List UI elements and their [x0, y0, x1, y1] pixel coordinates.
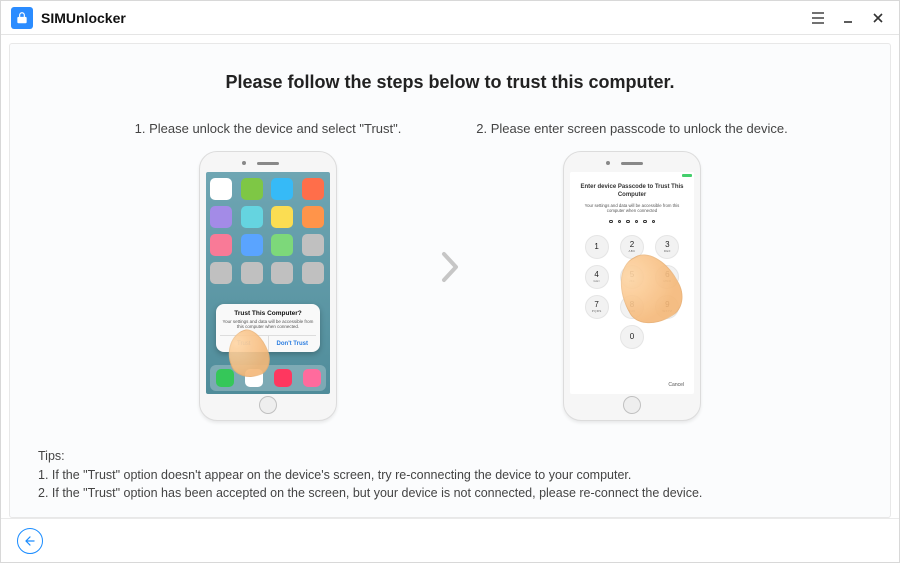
- keypad-key-9: 9WXYZ: [655, 295, 679, 319]
- keypad-num: 8: [630, 301, 634, 309]
- trust-dialog: Trust This Computer? Your settings and d…: [216, 304, 320, 352]
- dock-tile: [303, 369, 321, 387]
- keypad-key-8: 8TUV: [620, 295, 644, 319]
- tips-line-1: 1. If the "Trust" option doesn't appear …: [38, 466, 862, 485]
- steps-row: 1. Please unlock the device and select "…: [38, 121, 862, 421]
- dock-tile: [274, 369, 292, 387]
- step-1: 1. Please unlock the device and select "…: [108, 121, 428, 421]
- content-panel: Please follow the steps below to trust t…: [9, 43, 891, 518]
- chevron-right-icon: [440, 250, 460, 292]
- app-tile: [302, 178, 324, 200]
- keypad-sub: ABC: [628, 250, 635, 253]
- keypad-num: 4: [594, 271, 598, 279]
- passcode-keypad: 1 2ABC 3DEF 4GHI 5JKL 6MNO 7PQRS 8TUV 9WXYZ 0: [570, 235, 694, 349]
- app-tile: [271, 234, 293, 256]
- app-lock-icon: [11, 7, 33, 29]
- phone-screen-passcode: Enter device Passcode to Trust This Comp…: [570, 172, 694, 394]
- keypad-sub: WXYZ: [662, 310, 672, 313]
- step-2: 2. Please enter screen passcode to unloc…: [472, 121, 792, 421]
- trust-dialog-body: Your settings and data will be accessibl…: [220, 319, 316, 330]
- keypad-num: 0: [630, 333, 634, 341]
- app-tile: [302, 206, 324, 228]
- trust-dialog-title: Trust This Computer?: [220, 310, 316, 317]
- app-tile: [302, 262, 324, 284]
- keypad-key-5: 5JKL: [620, 265, 644, 289]
- keypad-num: 3: [665, 241, 669, 249]
- keypad-num: 1: [594, 243, 598, 251]
- tips: Tips: 1. If the "Trust" option doesn't a…: [38, 447, 862, 503]
- keypad-sub: JKL: [629, 280, 635, 283]
- tips-header: Tips:: [38, 447, 862, 466]
- app-tile: [271, 178, 293, 200]
- app-tile: [302, 234, 324, 256]
- app-tile: [210, 262, 232, 284]
- app-tile: [271, 206, 293, 228]
- dock-tile: [245, 369, 263, 387]
- app-tile: [210, 178, 232, 200]
- keypad-key-6: 6MNO: [655, 265, 679, 289]
- app-tile: [241, 206, 263, 228]
- tips-line-2: 2. If the "Trust" option has been accept…: [38, 484, 862, 503]
- phone-screen-home: Trust This Computer? Your settings and d…: [206, 172, 330, 394]
- title-bar: SIMUnlocker: [1, 1, 899, 35]
- trust-button: Trust: [220, 336, 268, 352]
- keypad-key-2: 2ABC: [620, 235, 644, 259]
- keypad-sub: PQRS: [592, 310, 602, 313]
- app-tile: [210, 206, 232, 228]
- app-tile: [210, 234, 232, 256]
- app-tile: [241, 178, 263, 200]
- keypad-num: 2: [630, 241, 634, 249]
- close-button[interactable]: [863, 4, 893, 32]
- keypad-num: 7: [594, 301, 598, 309]
- passcode-subtitle: Your settings and data will be accessibl…: [570, 203, 694, 214]
- page-heading: Please follow the steps below to trust t…: [38, 72, 862, 93]
- app-tile: [241, 234, 263, 256]
- phone-illustration-2: Enter device Passcode to Trust This Comp…: [563, 151, 701, 421]
- footer-bar: [1, 518, 899, 562]
- app-tile: [241, 262, 263, 284]
- passcode-title: Enter device Passcode to Trust This Comp…: [570, 184, 694, 199]
- app-tile: [271, 262, 293, 284]
- back-button[interactable]: [17, 528, 43, 554]
- keypad-sub: MNO: [663, 280, 671, 283]
- keypad-key-1: 1: [585, 235, 609, 259]
- step-2-label: 2. Please enter screen passcode to unloc…: [472, 121, 792, 139]
- phone-illustration-1: Trust This Computer? Your settings and d…: [199, 151, 337, 421]
- keypad-key-4: 4GHI: [585, 265, 609, 289]
- keypad-num: 9: [665, 301, 669, 309]
- keypad-key-3: 3DEF: [655, 235, 679, 259]
- passcode-cancel: Cancel: [668, 382, 684, 388]
- keypad-sub: TUV: [629, 310, 636, 313]
- app-title: SIMUnlocker: [41, 10, 126, 26]
- keypad-key-0: 0: [620, 325, 644, 349]
- dont-trust-button: Don't Trust: [268, 336, 317, 352]
- passcode-dots: [570, 220, 694, 224]
- keypad-num: 5: [630, 271, 634, 279]
- keypad-sub: GHI: [594, 280, 600, 283]
- keypad-num: 6: [665, 271, 669, 279]
- keypad-key-7: 7PQRS: [585, 295, 609, 319]
- step-1-label: 1. Please unlock the device and select "…: [108, 121, 428, 139]
- dock-tile: [216, 369, 234, 387]
- keypad-sub: DEF: [664, 250, 671, 253]
- menu-icon[interactable]: [803, 4, 833, 32]
- minimize-button[interactable]: [833, 4, 863, 32]
